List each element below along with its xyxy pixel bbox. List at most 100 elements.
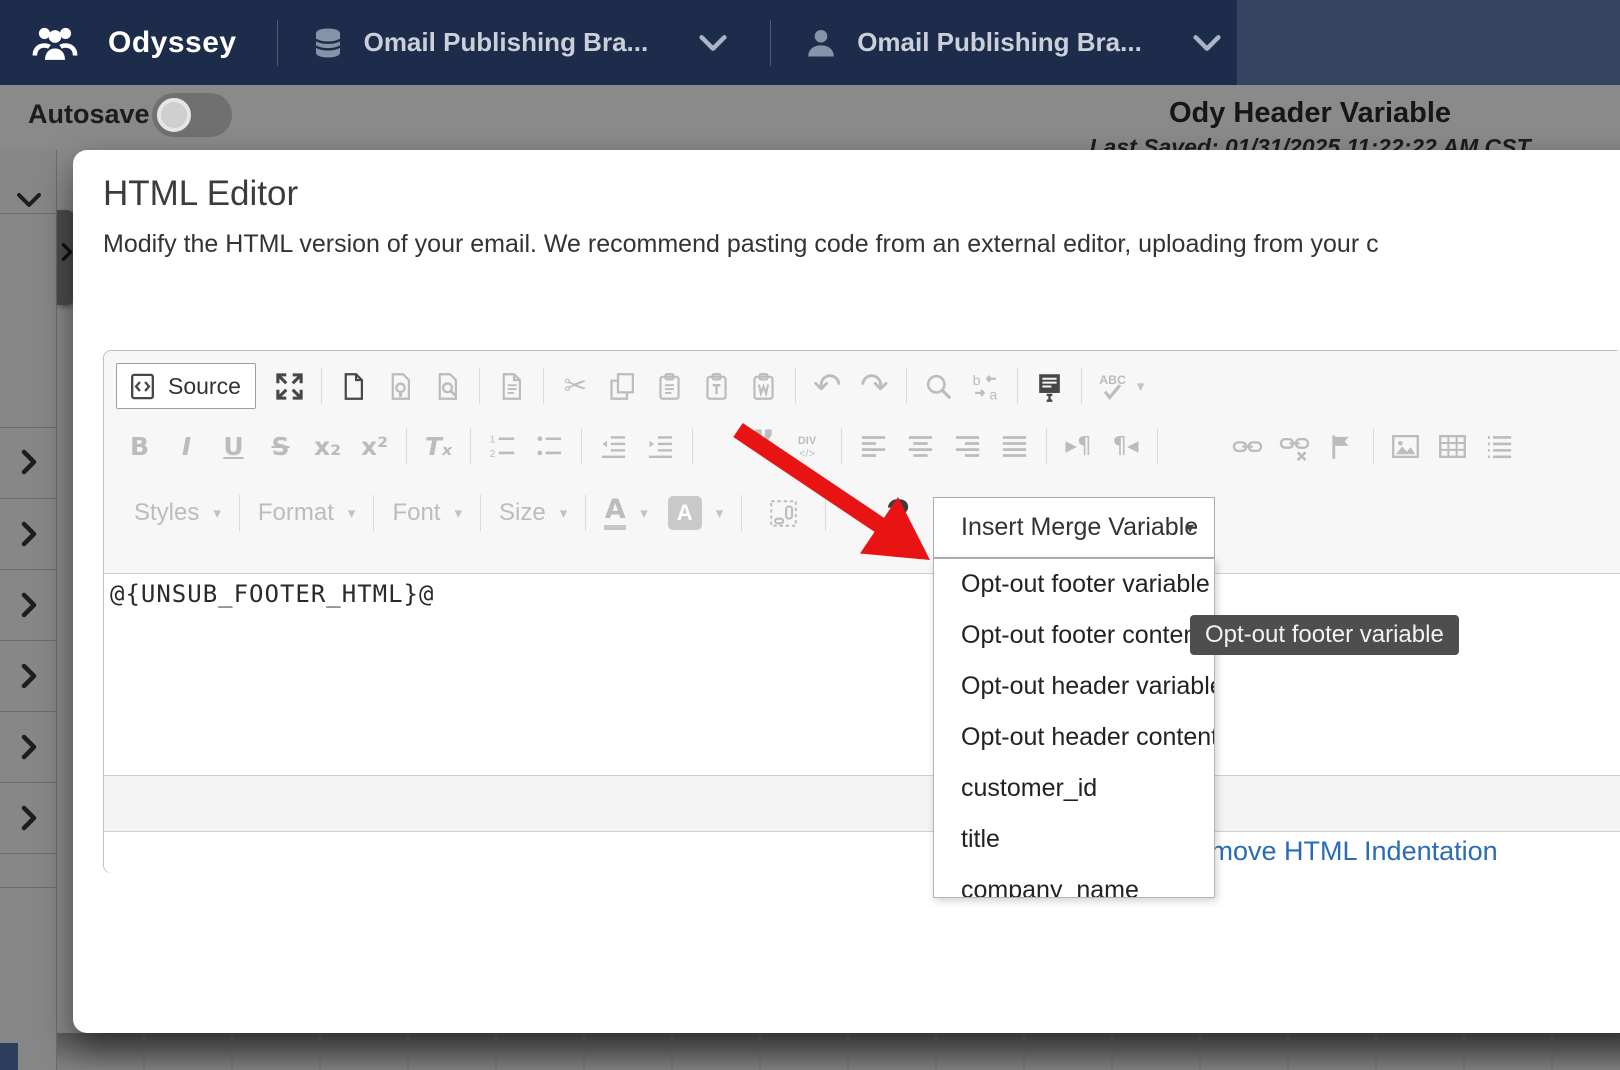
align-right-icon[interactable]	[944, 431, 991, 462]
underline-icon[interactable]: U	[210, 432, 257, 461]
screen: Odyssey Omail Publishing Bra... Omail Pu…	[0, 0, 1620, 1070]
editor-frame: Source ✂ ↶ ↷	[103, 350, 1620, 873]
undo-icon[interactable]: ↶	[804, 369, 851, 403]
expand-chevron-icon[interactable]	[14, 732, 44, 762]
merge-menu-item[interactable]: company_name	[934, 865, 1214, 898]
preview-icon[interactable]	[424, 371, 471, 402]
separator	[0, 427, 57, 428]
expand-chevron-icon[interactable]	[14, 447, 44, 477]
format-label: Format	[258, 499, 334, 527]
merge-menu-item[interactable]: Opt-out footer content	[934, 610, 1214, 661]
separator	[0, 498, 57, 499]
expand-chevron-icon[interactable]	[14, 519, 44, 549]
replace-icon[interactable]	[962, 371, 1009, 402]
text-color-glyph: A	[605, 496, 626, 523]
separator	[795, 368, 796, 404]
chevron-down-icon[interactable]	[696, 26, 730, 60]
superscript-icon[interactable]: x²	[351, 432, 398, 461]
copy-icon[interactable]	[599, 371, 646, 402]
new-page-icon[interactable]	[330, 371, 377, 402]
merge-menu-item[interactable]: Opt-out header content	[934, 712, 1214, 763]
merge-menu-item[interactable]: customer_id	[934, 763, 1214, 814]
separator	[321, 368, 322, 404]
styles-dropdown[interactable]: Styles ▾	[134, 499, 221, 527]
horizontal-rule-icon[interactable]	[1476, 431, 1523, 462]
subscript-icon[interactable]: x₂	[304, 432, 351, 461]
expand-chevron-icon[interactable]	[14, 803, 44, 833]
merge-item-tooltip: Opt-out footer variable	[1190, 615, 1459, 655]
show-blocks-icon[interactable]	[760, 498, 807, 529]
text-color-button[interactable]: A ▾	[604, 496, 648, 530]
remove-format-icon[interactable]: Tₓ	[415, 432, 462, 461]
image-icon[interactable]	[1382, 431, 1429, 462]
source-code-icon	[127, 371, 158, 402]
table-icon[interactable]	[1429, 431, 1476, 462]
separator	[825, 495, 826, 531]
paste-icon[interactable]	[646, 371, 693, 402]
merge-menu-item[interactable]: title	[934, 814, 1214, 865]
size-dropdown[interactable]: Size ▾	[499, 499, 567, 527]
merge-menu-item[interactable]: Opt-out header variable	[934, 661, 1214, 712]
unordered-list-icon[interactable]	[526, 431, 573, 462]
database-menu[interactable]: Omail Publishing Bra...	[278, 25, 731, 61]
chevron-down-icon: ▾	[716, 504, 724, 522]
separator	[741, 495, 742, 531]
paste-as-text-icon[interactable]	[693, 371, 740, 402]
italic-icon[interactable]: I	[163, 432, 210, 461]
text-direction-ltr-icon[interactable]: ▸¶	[1055, 433, 1102, 459]
expand-chevron-icon[interactable]	[14, 661, 44, 691]
align-center-icon[interactable]	[897, 431, 944, 462]
autosave-toggle[interactable]	[152, 93, 232, 137]
paste-from-word-icon[interactable]	[740, 371, 787, 402]
find-icon[interactable]	[915, 371, 962, 402]
chevron-down-icon: ▾	[454, 504, 462, 522]
align-justify-icon[interactable]	[991, 431, 1038, 462]
source-button-label: Source	[168, 373, 241, 400]
font-dropdown[interactable]: Font ▾	[392, 499, 462, 527]
left-sidebar	[0, 150, 57, 1070]
merge-menu-item[interactable]: Opt-out footer variable	[934, 559, 1214, 610]
cut-icon[interactable]: ✂	[552, 372, 599, 400]
separator	[692, 428, 693, 464]
chevron-down-icon[interactable]	[1190, 26, 1224, 60]
account-menu[interactable]: Omail Publishing Bra...	[771, 25, 1224, 61]
redo-icon[interactable]: ↷	[851, 369, 898, 403]
format-dropdown[interactable]: Format ▾	[258, 499, 356, 527]
source-button[interactable]: Source	[116, 363, 256, 409]
outdent-icon[interactable]	[590, 431, 637, 462]
maximize-icon[interactable]	[266, 371, 313, 402]
remove-html-indentation-link[interactable]: Remove HTML Indentation	[1176, 836, 1498, 867]
people-group-icon	[28, 20, 82, 66]
bold-icon[interactable]: B	[116, 432, 163, 461]
database-menu-label: Omail Publishing Bra...	[364, 27, 649, 58]
separator	[0, 782, 57, 783]
separator	[581, 428, 582, 464]
chevron-down-icon: ▾	[213, 504, 221, 522]
ordered-list-icon[interactable]	[479, 431, 526, 462]
blockquote-icon[interactable]: ”	[739, 423, 786, 469]
background-color-glyph: A	[668, 496, 702, 530]
indent-icon[interactable]	[637, 431, 684, 462]
anchor-flag-icon[interactable]	[1318, 431, 1365, 462]
div-container-icon[interactable]	[786, 431, 833, 462]
templates-icon[interactable]	[377, 371, 424, 402]
strikethrough-icon[interactable]: S	[257, 432, 304, 461]
merge-variable-menu: Opt-out footer variable Opt-out footer c…	[933, 558, 1215, 898]
about-icon[interactable]: ?	[886, 492, 910, 537]
insert-merge-variable-button[interactable]: Insert Merge Variable ▾	[933, 497, 1215, 558]
editor-bottom-bar	[104, 775, 1620, 832]
source-textarea[interactable]: @{UNSUB_FOOTER_HTML}@	[104, 574, 1620, 775]
page-header-bar: Autosave Ody Header Variable Last Saved:…	[0, 85, 1620, 150]
spellcheck-caret-icon[interactable]: ▾	[1137, 377, 1145, 395]
expand-chevron-icon[interactable]	[14, 590, 44, 620]
collapse-chevron-icon[interactable]	[14, 185, 44, 215]
align-left-icon[interactable]	[850, 431, 897, 462]
background-color-button[interactable]: A ▾	[668, 496, 724, 530]
document-properties-icon[interactable]	[488, 371, 535, 402]
unlink-icon[interactable]	[1271, 431, 1318, 462]
separator	[480, 495, 481, 531]
select-all-icon[interactable]	[1026, 371, 1073, 402]
link-icon[interactable]	[1224, 431, 1271, 462]
spellcheck-icon[interactable]	[1090, 371, 1137, 402]
text-direction-rtl-icon[interactable]: ¶◂	[1102, 433, 1149, 459]
